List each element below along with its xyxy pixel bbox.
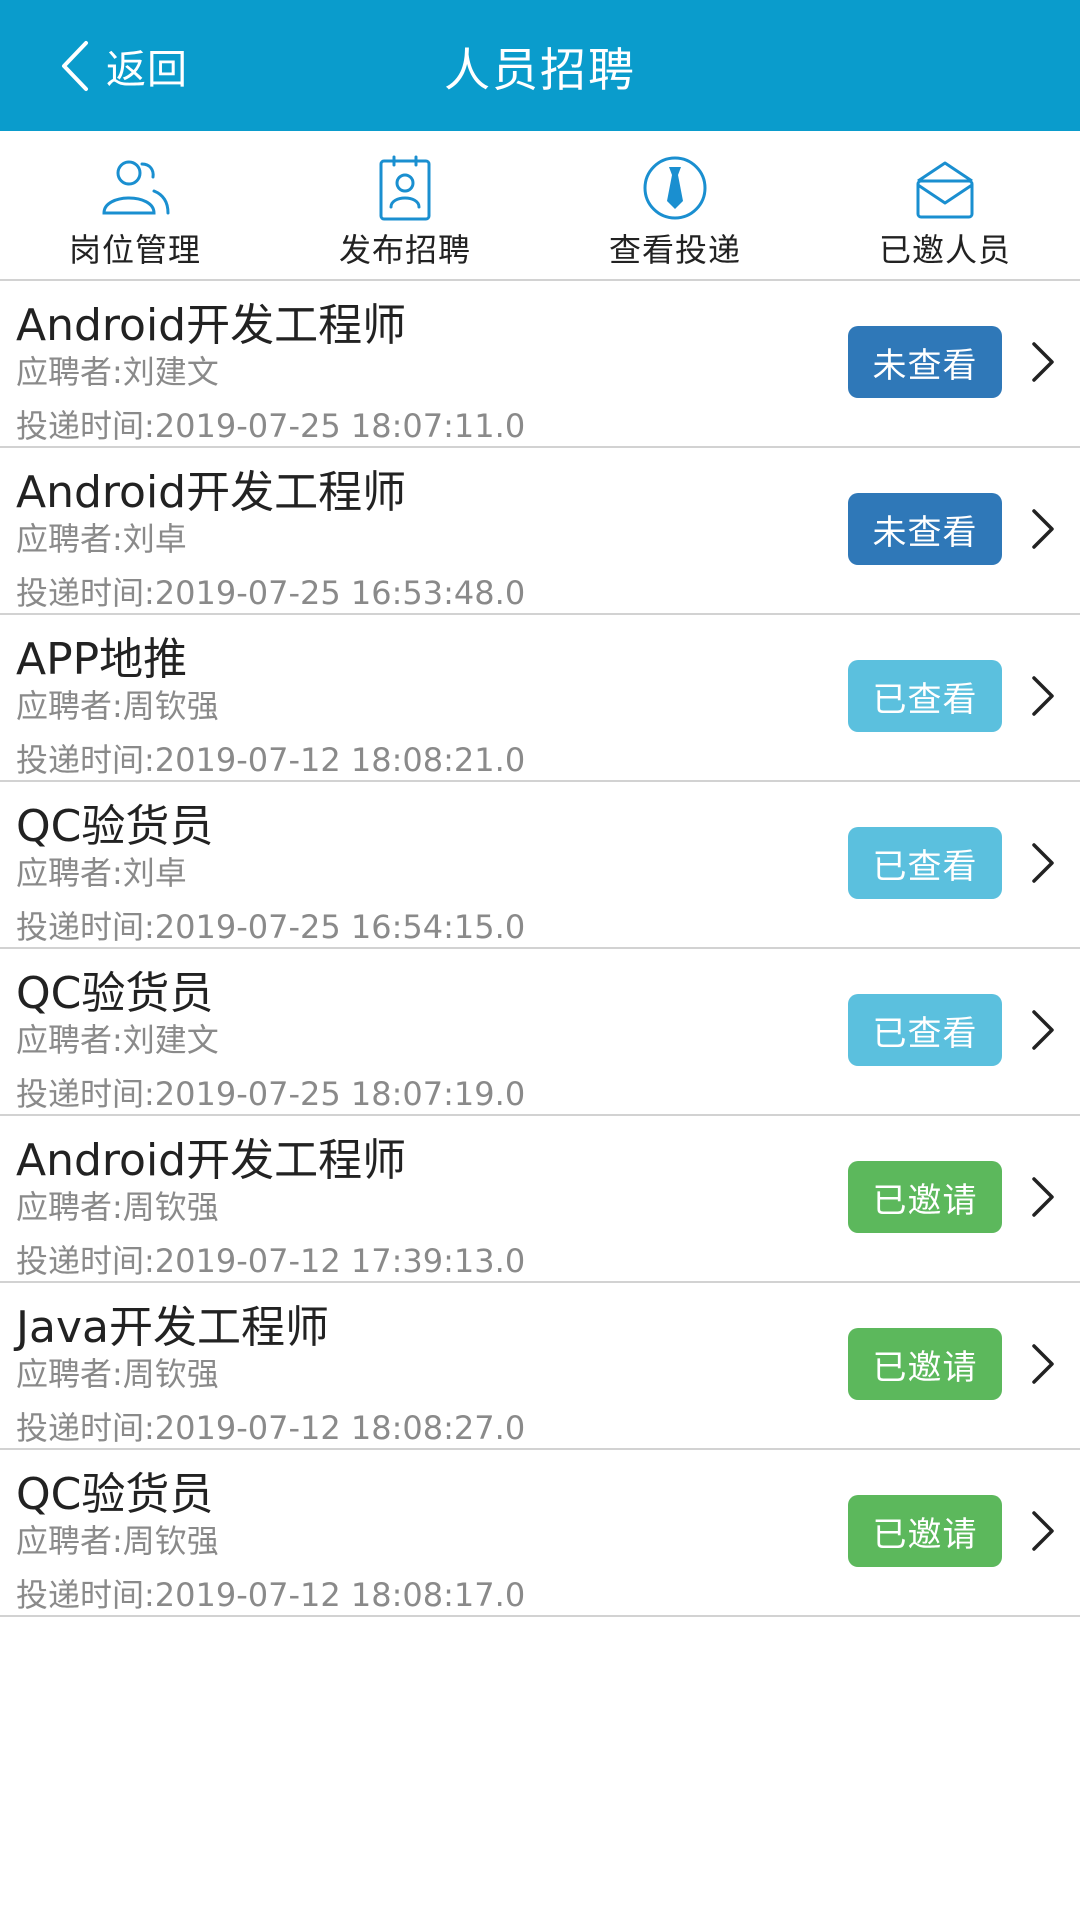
status-badge: 已邀请	[848, 1161, 1002, 1233]
status-badge: 未查看	[848, 326, 1002, 398]
chevron-right-icon	[1032, 1010, 1054, 1050]
applicant-name: 应聘者:周钦强	[16, 1522, 219, 1560]
applicant-name: 应聘者:周钦强	[16, 687, 219, 725]
chevron-right-icon	[1032, 1344, 1054, 1384]
applicant-name: 应聘者:周钦强	[16, 1188, 219, 1226]
tab-position-management[interactable]: 岗位管理	[0, 131, 270, 279]
status-badge: 未查看	[848, 493, 1002, 565]
list-item[interactable]: Android开发工程师 应聘者:周钦强投递时间:2019-07-12 17:39…	[0, 1116, 1080, 1283]
chevron-right-icon	[1032, 1177, 1054, 1217]
submission-list: Android开发工程师 应聘者:刘建文 投递时间:2019-07-25 18:07…	[0, 281, 1080, 1617]
submission-time: 投递时间:2019-07-25 18:07:19.0	[16, 1075, 526, 1113]
list-item[interactable]: APP地推 应聘者:周钦强投递时间:2019-07-12 18:08:21.0 已查…	[0, 615, 1080, 782]
toolbar: 岗位管理 发布招聘 查看投递 已邀人员	[0, 131, 1080, 281]
submission-time: 投递时间:2019-07-25 16:54:15.0	[16, 908, 526, 946]
chevron-right-icon	[1032, 509, 1054, 549]
page-title: 人员招聘	[444, 43, 636, 97]
tab-label: 已邀人员	[878, 231, 1011, 269]
submission-time: 投递时间:2019-07-12 18:08:21.0	[16, 741, 526, 779]
tab-view-submissions[interactable]: 查看投递	[540, 131, 810, 279]
id-card-icon	[379, 155, 431, 221]
submission-time: 投递时间:2019-07-12 18:08:17.0	[16, 1576, 526, 1614]
users-icon	[102, 160, 170, 215]
job-title: Java开发工程师	[16, 1302, 329, 1353]
tab-label: 查看投递	[608, 231, 741, 269]
list-item[interactable]: Android开发工程师 应聘者:刘卓投递时间:2019-07-25 16:53:…	[0, 448, 1080, 615]
chevron-right-icon	[1032, 843, 1054, 883]
applicant-name: 应聘者:刘建文	[16, 1021, 219, 1059]
list-item[interactable]: QC验货员 应聘者:周钦强投递时间:2019-07-12 18:08:17.0 已邀…	[0, 1450, 1080, 1617]
list-item[interactable]: Android开发工程师 应聘者:刘建文投递时间:2019-07-25 18:07…	[0, 281, 1080, 448]
chevron-right-icon	[1032, 342, 1054, 382]
job-title: QC验货员	[16, 1469, 214, 1520]
status-badge: 已邀请	[848, 1495, 1002, 1567]
list-item[interactable]: Java开发工程师 应聘者:周钦强投递时间:2019-07-12 18:08:27…	[0, 1283, 1080, 1450]
submission-time: 投递时间:2019-07-12 17:39:13.0	[16, 1242, 526, 1280]
status-badge: 已查看	[848, 660, 1002, 732]
job-title: QC验货员	[16, 801, 214, 852]
submission-time: 投递时间:2019-07-12 18:08:27.0	[16, 1409, 526, 1447]
applicant-name: 应聘者:刘卓	[16, 520, 187, 558]
chevron-right-icon	[1032, 1511, 1054, 1551]
app-root: 返回 人员招聘 岗位管理 发布招聘 查看投递 已邀人员 Android开发工程师…	[0, 0, 1080, 1920]
status-badge: 已邀请	[848, 1328, 1002, 1400]
tab-publish-recruitment[interactable]: 发布招聘	[270, 131, 540, 279]
job-title: QC验货员	[16, 968, 214, 1019]
envelope-icon	[916, 161, 974, 219]
status-badge: 已查看	[848, 827, 1002, 899]
submission-time: 投递时间:2019-07-25 18:07:11.0	[16, 407, 526, 445]
job-title: Android开发工程师	[16, 1135, 407, 1186]
tab-label: 发布招聘	[338, 231, 471, 269]
job-title: Android开发工程师	[16, 300, 407, 351]
list-item[interactable]: QC验货员 应聘者:刘卓投递时间:2019-07-25 16:54:15.0 已查看	[0, 782, 1080, 949]
applicant-name: 应聘者:刘建文	[16, 353, 219, 391]
tab-label: 岗位管理	[68, 231, 201, 269]
applicant-name: 应聘者:刘卓	[16, 854, 187, 892]
tab-invited-people[interactable]: 已邀人员	[810, 131, 1080, 279]
app-header: 返回 人员招聘	[0, 0, 1080, 131]
chevron-right-icon	[1032, 676, 1054, 716]
status-badge: 已查看	[848, 994, 1002, 1066]
job-title: Android开发工程师	[16, 467, 407, 518]
tie-icon	[643, 156, 707, 220]
job-title: APP地推	[16, 634, 188, 685]
submission-time: 投递时间:2019-07-25 16:53:48.0	[16, 574, 526, 612]
list-item[interactable]: QC验货员 应聘者:刘建文投递时间:2019-07-25 18:07:19.0 已查…	[0, 949, 1080, 1116]
applicant-name: 应聘者:周钦强	[16, 1355, 219, 1393]
